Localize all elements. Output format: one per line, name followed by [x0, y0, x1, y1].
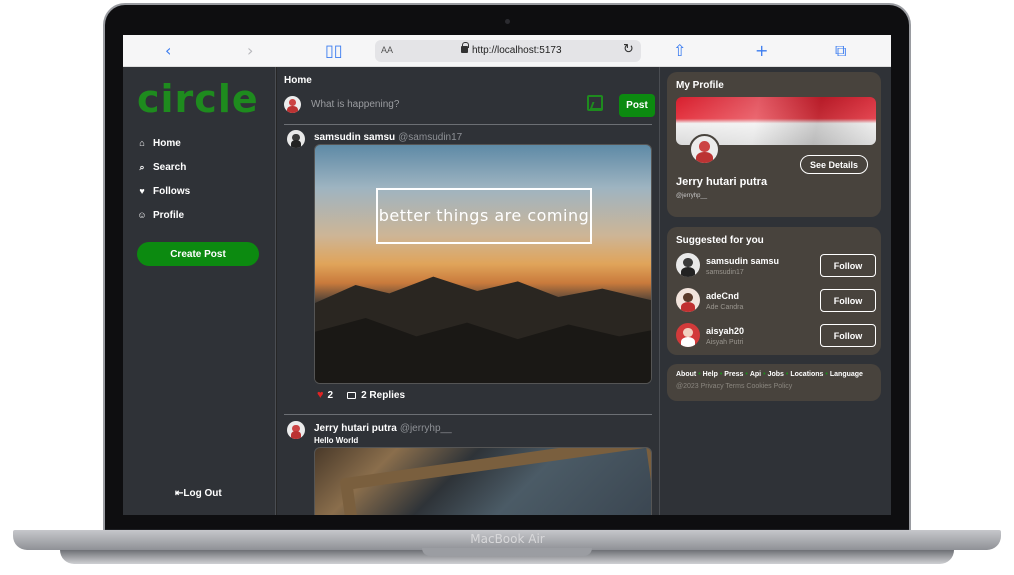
forward-icon[interactable]: ›: [247, 41, 253, 61]
text-size-button[interactable]: AA: [381, 45, 393, 55]
heart-icon: ♥: [139, 186, 145, 196]
suggested-user-name[interactable]: aisyah20: [706, 326, 744, 336]
avatar[interactable]: [676, 323, 700, 347]
right-sidebar: My Profile See Details Jerry hutari putr…: [660, 67, 891, 515]
follow-button[interactable]: Follow: [820, 324, 876, 347]
post-text: Hello World: [314, 436, 359, 445]
profile-name: Jerry hutari putra: [676, 176, 768, 188]
nav-item-follows[interactable]: ♥ Follows: [137, 183, 190, 199]
image-caption-frame: better things are coming: [376, 188, 592, 244]
nav-item-label: Follows: [153, 185, 191, 197]
post-author-handle: @samsudin17: [398, 132, 463, 143]
screen: ‹ › ▯▯ AA http://localhost:5173 ↻ ⇧ + ⧉ …: [123, 35, 891, 515]
tabs-overview-icon[interactable]: ⧉: [835, 41, 846, 61]
like-heart-icon[interactable]: ♥: [317, 389, 324, 401]
reload-icon[interactable]: ↻: [623, 42, 634, 57]
card-title: Suggested for you: [676, 235, 764, 246]
camera: [505, 19, 510, 24]
avatar[interactable]: [287, 421, 305, 439]
image-caption: better things are coming: [378, 206, 590, 225]
create-post-button[interactable]: Create Post: [137, 242, 259, 266]
bookmarks-icon[interactable]: ▯▯: [325, 41, 343, 61]
footer-link-jobs[interactable]: Jobs: [768, 371, 784, 378]
avatar[interactable]: [284, 96, 301, 113]
footer-link-help[interactable]: Help: [703, 371, 718, 378]
suggested-user-name[interactable]: samsudin samsu: [706, 256, 779, 266]
profile-card: My Profile See Details Jerry hutari putr…: [667, 72, 881, 217]
post-image[interactable]: [314, 447, 652, 515]
footer-link-language[interactable]: Language: [830, 371, 863, 378]
page-title: Home: [284, 75, 312, 86]
suggested-user-name[interactable]: adeCnd: [706, 291, 739, 301]
share-icon[interactable]: ⇧: [673, 41, 686, 61]
follow-button[interactable]: Follow: [820, 289, 876, 312]
back-icon[interactable]: ‹: [165, 41, 171, 61]
url-text[interactable]: http://localhost:5173: [472, 45, 562, 56]
device-brand: MacBook Air: [470, 532, 545, 546]
post-image[interactable]: better things are coming: [314, 144, 652, 384]
avatar[interactable]: [676, 253, 700, 277]
avatar[interactable]: [287, 130, 305, 148]
nav-item-label: Home: [153, 137, 181, 149]
post-author-name: samsudin samsu: [314, 132, 396, 143]
suggested-user-handle: samsudin17: [706, 269, 744, 276]
like-count: 2: [327, 389, 334, 401]
divider: [284, 414, 652, 415]
feed: Home What is happening? Post samsudin sa…: [277, 67, 660, 515]
nav-item-label: Search: [153, 161, 187, 173]
card-title: My Profile: [676, 80, 724, 91]
footer-link-press[interactable]: Press: [724, 371, 743, 378]
app-logo[interactable]: circle: [137, 77, 259, 121]
reply-icon[interactable]: [347, 391, 357, 399]
lock-icon: [461, 42, 469, 53]
compose-input[interactable]: What is happening?: [311, 99, 399, 110]
search-icon: ⌕: [139, 161, 145, 172]
nav-item-label: Profile: [153, 209, 185, 221]
nav-item-home[interactable]: ⌂ Home: [137, 135, 181, 151]
post-author[interactable]: samsudin samsu @samsudin17: [314, 132, 462, 143]
nav-item-profile[interactable]: ☺ Profile: [137, 207, 184, 223]
avatar[interactable]: [676, 288, 700, 312]
logout-label: Log Out: [183, 488, 222, 499]
post-author-handle: @jerryhp__: [399, 423, 452, 434]
new-tab-icon[interactable]: +: [755, 41, 768, 61]
reply-count[interactable]: 2 Replies: [361, 390, 405, 401]
suggested-card: Suggested for you samsudin samsu samsudi…: [667, 227, 881, 355]
left-sidebar: circle ⌂ Home ⌕ Search ♥ Follows ☺ Profi…: [123, 67, 276, 515]
suggested-user-handle: Aisyah Putri: [706, 339, 744, 346]
profile-avatar[interactable]: [689, 134, 720, 165]
follow-button[interactable]: Follow: [820, 254, 876, 277]
post-author[interactable]: Jerry hutari putra @jerryhp__: [314, 423, 452, 434]
footer-copyright: @2023 Privacy Terms Cookies Policy: [676, 383, 793, 390]
nav-item-search[interactable]: ⌕ Search: [137, 159, 186, 175]
footer-link-about[interactable]: About: [676, 371, 696, 378]
profile-icon: ☺: [137, 210, 147, 220]
divider: [284, 124, 652, 125]
app: circle ⌂ Home ⌕ Search ♥ Follows ☺ Profi…: [123, 67, 891, 515]
post-author-name: Jerry hutari putra: [314, 423, 397, 434]
home-icon: ⌂: [139, 138, 145, 148]
footer-link-api[interactable]: Api: [750, 371, 761, 378]
post-stats: ♥ 2 2 Replies: [317, 389, 405, 401]
footer-links: About • Help • Press • Api • Jobs • Locations • Lang…: [676, 371, 863, 378]
profile-handle: @jerryhp__: [676, 193, 708, 199]
laptop-notch: [422, 548, 592, 556]
footer-link-locations[interactable]: Locations: [790, 371, 823, 378]
address-bar[interactable]: AA http://localhost:5173 ↻: [375, 40, 641, 62]
browser-toolbar: ‹ › ▯▯ AA http://localhost:5173 ↻ ⇧ + ⧉: [123, 35, 891, 67]
see-details-button[interactable]: See Details: [800, 155, 868, 174]
image-upload-icon[interactable]: [587, 95, 603, 111]
post-button[interactable]: Post: [619, 94, 655, 117]
suggested-user-handle: Ade Candra: [706, 304, 744, 311]
footer-card: About • Help • Press • Api • Jobs • Locations • Lang…: [667, 364, 881, 401]
logout-button[interactable]: ⇤Log Out: [175, 488, 222, 499]
